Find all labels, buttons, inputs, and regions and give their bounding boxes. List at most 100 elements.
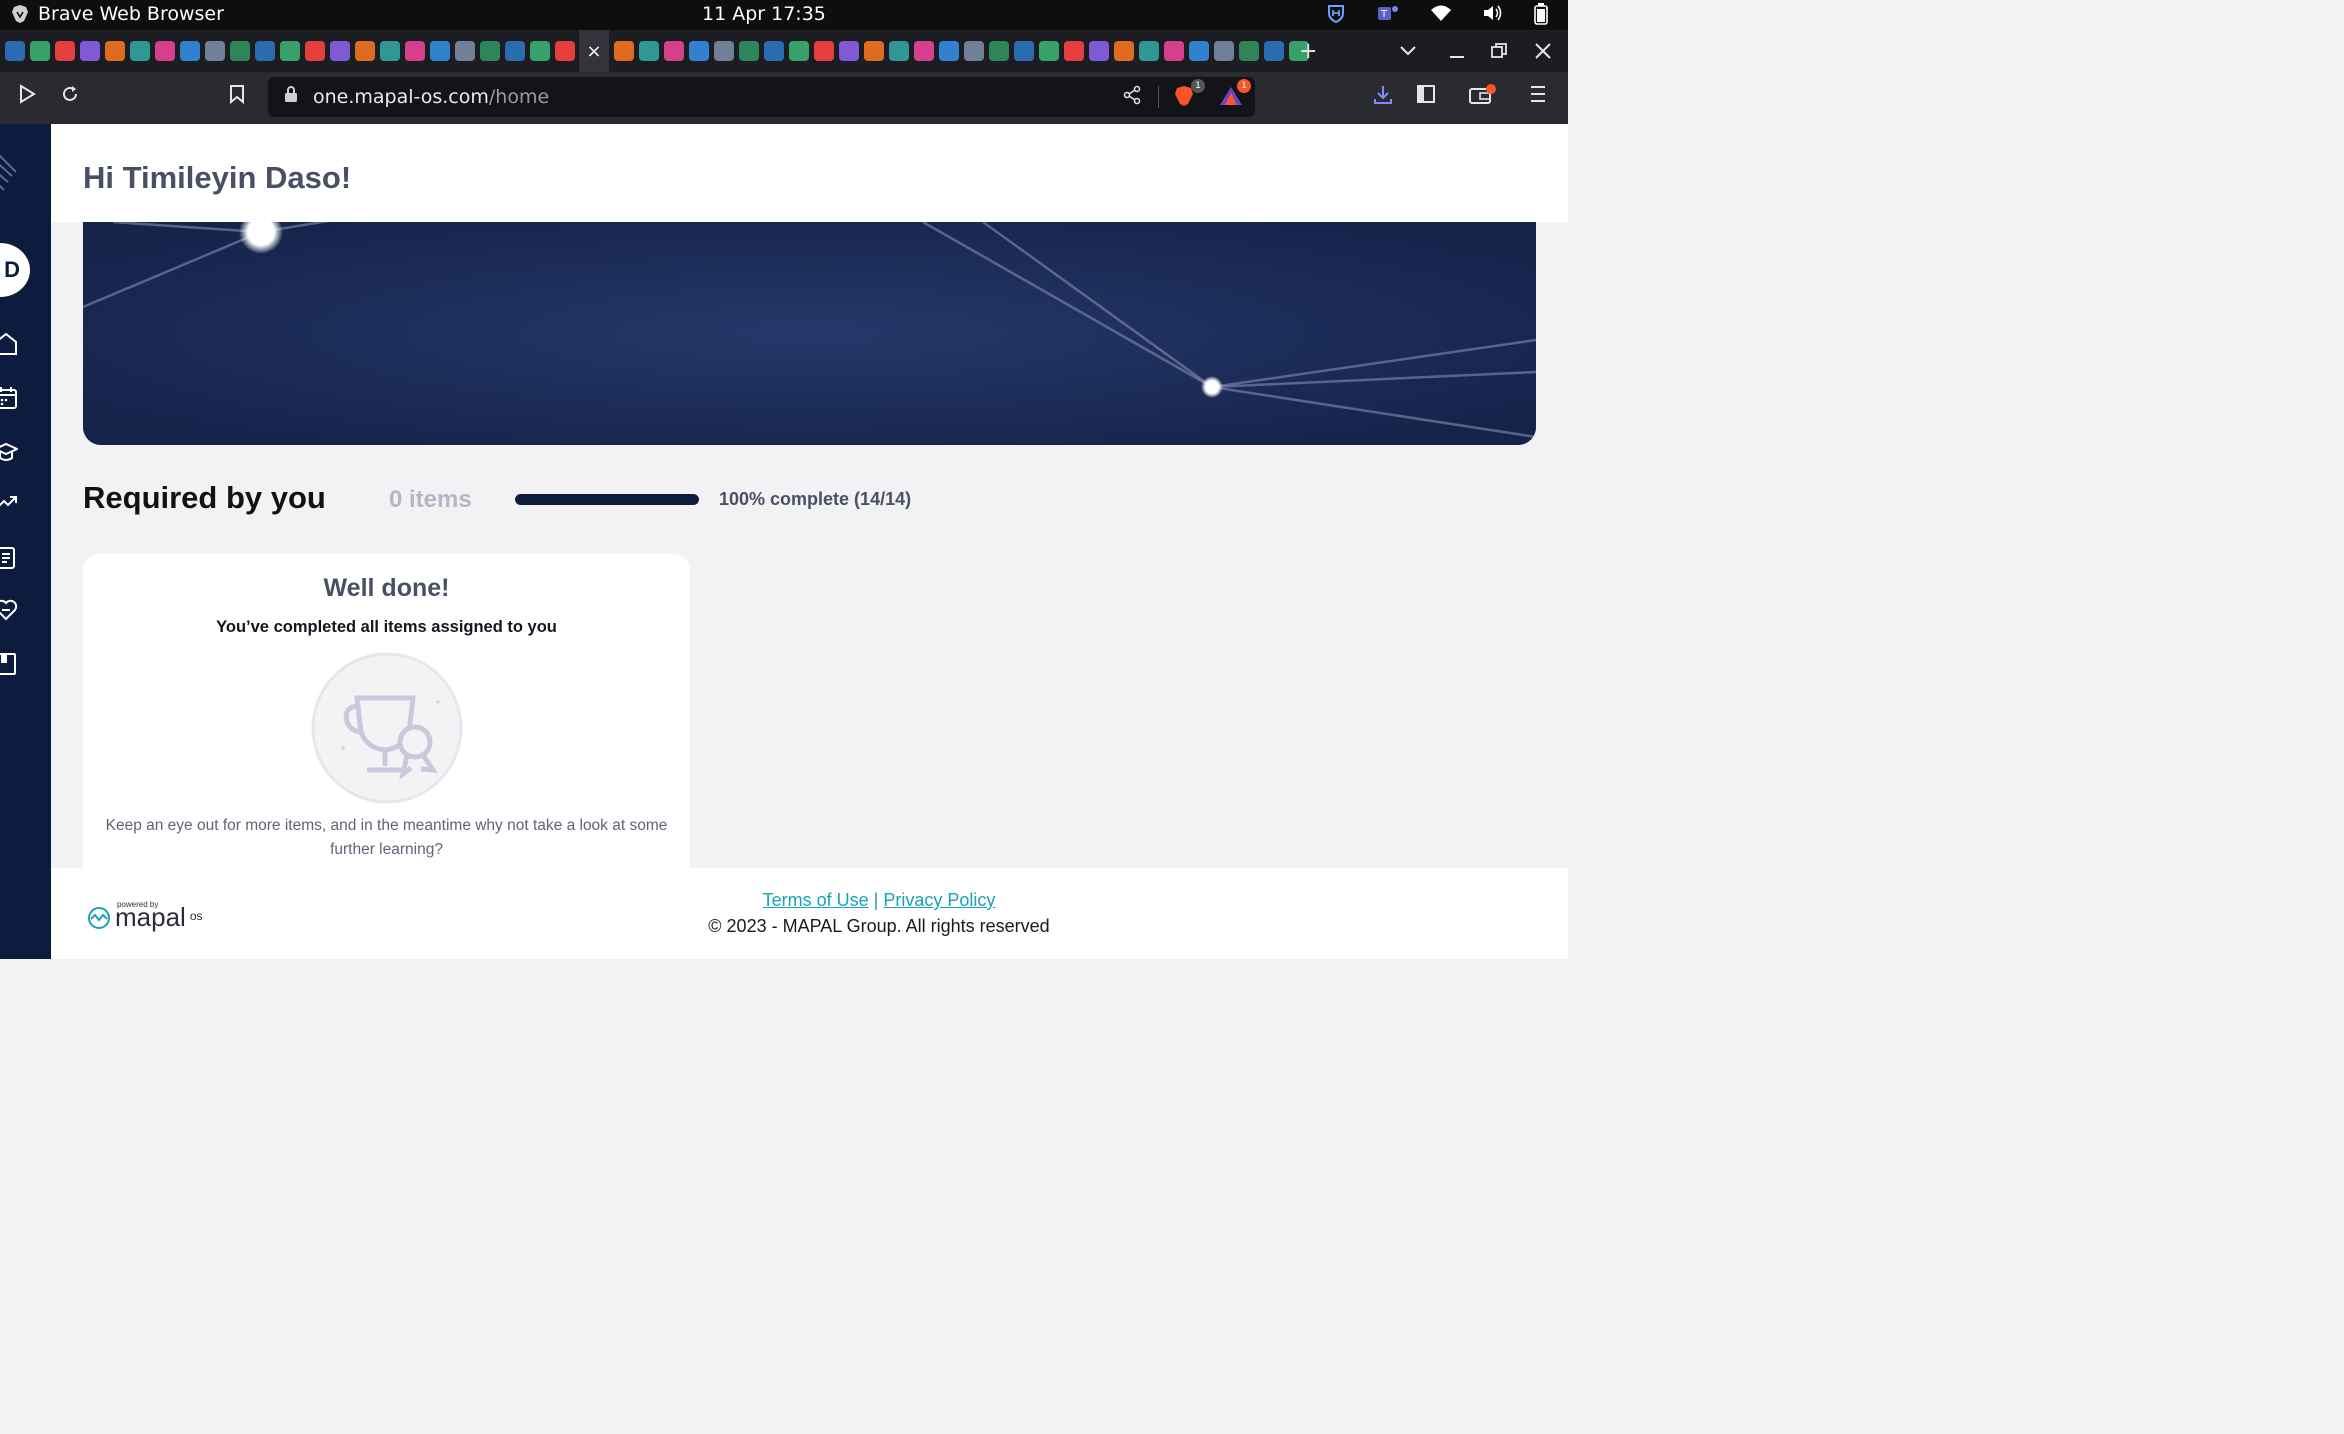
- tab-favicon-JD-icon[interactable]: [54, 41, 75, 61]
- tab-favicon-B-icon[interactable]: [329, 41, 350, 61]
- downloads-icon[interactable]: [1372, 84, 1394, 112]
- tab-favicon-cisco-icon[interactable]: [688, 41, 709, 61]
- tab-favicons: ×: [0, 30, 1311, 72]
- required-item-count: 0 items: [389, 486, 472, 513]
- restore-window-button[interactable]: [1491, 30, 1507, 72]
- tab-favicon-plus-icon[interactable]: [1163, 41, 1184, 61]
- battery-icon[interactable]: [1534, 3, 1548, 25]
- privacy-policy-link[interactable]: Privacy Policy: [883, 890, 995, 910]
- tab-favicon-M-icon[interactable]: [613, 41, 634, 61]
- tab-favicon-ledger-icon[interactable]: [354, 41, 375, 61]
- tab-favicon-green-icon[interactable]: [1013, 41, 1034, 61]
- tab-favicon-in-icon[interactable]: [279, 41, 300, 61]
- tab-favicon-C-icon[interactable]: [738, 41, 759, 61]
- tab-favicon-A-icon[interactable]: [379, 41, 400, 61]
- tab-favicon-M-icon[interactable]: [79, 41, 100, 61]
- new-tab-button[interactable]: +: [1299, 30, 1317, 72]
- os-app-name: Brave Web Browser: [38, 3, 224, 25]
- tab-favicon-youtube-icon[interactable]: [913, 41, 934, 61]
- play-icon[interactable]: [18, 84, 36, 110]
- tab-favicon-gpt-icon[interactable]: [1063, 41, 1084, 61]
- user-avatar[interactable]: D: [0, 243, 30, 297]
- tab-favicon-office-icon[interactable]: [1213, 41, 1234, 61]
- active-tab-close-icon[interactable]: ×: [579, 30, 609, 72]
- wallet-icon[interactable]: [1468, 84, 1496, 112]
- learning-cap-icon[interactable]: [0, 440, 18, 464]
- os-clock[interactable]: 11 Apr 17:35: [702, 3, 826, 25]
- tab-favicon-drive-icon[interactable]: [663, 41, 684, 61]
- tab-list-chevron-icon[interactable]: [1400, 30, 1416, 72]
- brave-lion-icon: [12, 5, 28, 23]
- shield-tray-icon[interactable]: [1326, 3, 1346, 23]
- tab-favicon-dj-icon[interactable]: [788, 41, 809, 61]
- url-text[interactable]: one.mapal-os.com/home: [313, 86, 549, 108]
- book-icon[interactable]: [0, 652, 18, 676]
- tab-favicon-so-icon[interactable]: [988, 41, 1009, 61]
- address-bar[interactable]: one.mapal-os.com/home 1 1: [268, 77, 1255, 117]
- footer-link-separator: |: [873, 890, 879, 910]
- tab-favicon-y-icon[interactable]: [938, 41, 959, 61]
- share-icon[interactable]: [1123, 85, 1141, 110]
- brave-shields-icon[interactable]: 1: [1173, 79, 1205, 107]
- progress-fill: [515, 494, 699, 505]
- tab-favicon-S-icon[interactable]: [638, 41, 659, 61]
- brave-rewards-icon[interactable]: 1: [1219, 79, 1251, 107]
- tab-favicon-gpt-icon[interactable]: [1238, 41, 1259, 61]
- documents-icon[interactable]: [0, 546, 18, 570]
- bookmark-icon[interactable]: [229, 84, 245, 110]
- teams-icon[interactable]: T: [1376, 3, 1400, 23]
- trend-arrow-icon[interactable]: [0, 491, 18, 515]
- tab-favicon-x-icon[interactable]: [888, 41, 909, 61]
- page-header: Hi Timileyin Daso!: [51, 124, 1568, 222]
- tab-favicon-i-icon[interactable]: [104, 41, 125, 61]
- tab-favicon-G-icon[interactable]: [554, 41, 575, 61]
- greeting-title: Hi Timileyin Daso!: [83, 160, 352, 195]
- tab-favicon-v-icon[interactable]: [1038, 41, 1059, 61]
- tab-favicon-globe-icon[interactable]: [529, 41, 550, 61]
- os-app-menu[interactable]: Brave Web Browser: [10, 3, 224, 25]
- sidebar-toggle-icon[interactable]: [1416, 84, 1436, 110]
- volume-icon[interactable]: [1482, 3, 1504, 23]
- tab-favicon-keyboard-icon[interactable]: [1088, 41, 1109, 61]
- network-background-image: [83, 222, 1536, 445]
- minimize-window-button[interactable]: [1449, 30, 1465, 72]
- home-icon[interactable]: [0, 332, 18, 356]
- tab-favicon-i-icon[interactable]: [129, 41, 150, 61]
- calendar-icon[interactable]: [0, 386, 18, 410]
- tab-favicon-python-icon[interactable]: [838, 41, 859, 61]
- tab-favicon-365-icon[interactable]: [479, 41, 500, 61]
- menu-icon[interactable]: [1530, 84, 1546, 109]
- tab-favicon-U-icon[interactable]: [1113, 41, 1134, 61]
- svg-text:T: T: [1380, 9, 1388, 20]
- tab-favicon-dj-icon[interactable]: [254, 41, 275, 61]
- tab-favicon-outlook-icon[interactable]: [204, 41, 225, 61]
- tab-favicon-Y-icon[interactable]: [229, 41, 250, 61]
- terms-of-use-link[interactable]: Terms of Use: [763, 890, 869, 910]
- tab-favicon-office-icon[interactable]: [1188, 41, 1209, 61]
- tab-favicon-outlook2-icon[interactable]: [429, 41, 450, 61]
- close-window-button[interactable]: [1535, 30, 1551, 72]
- mapal-logo-icon[interactable]: [0, 146, 20, 194]
- tab-favicon-github-icon[interactable]: [863, 41, 884, 61]
- tab-favicon-cube-icon[interactable]: [763, 41, 784, 61]
- tab-favicon-dj-icon[interactable]: [4, 41, 25, 61]
- wellbeing-icon[interactable]: [0, 598, 18, 622]
- reload-icon[interactable]: [60, 84, 80, 110]
- tab-favicon-cisco2-icon[interactable]: [713, 41, 734, 61]
- completion-progress-text: 100% complete (14/14): [719, 489, 912, 509]
- wifi-icon[interactable]: [1430, 3, 1452, 23]
- tab-favicon-i-icon[interactable]: [1138, 41, 1159, 61]
- tab-favicon-i-icon[interactable]: [154, 41, 175, 61]
- tab-favicon-leaf-icon[interactable]: [29, 41, 50, 61]
- tab-favicon-M-icon[interactable]: [504, 41, 525, 61]
- tab-favicon-cisco-icon[interactable]: [454, 41, 475, 61]
- card-description: Keep an eye out for more items, and in t…: [105, 817, 668, 858]
- completion-progress-bar: [515, 494, 699, 505]
- tab-favicon-twitter-icon[interactable]: [813, 41, 834, 61]
- tab-favicon-globe-icon[interactable]: [179, 41, 200, 61]
- tab-favicon-dots-icon[interactable]: [404, 41, 425, 61]
- tab-favicon-slack-icon[interactable]: [304, 41, 325, 61]
- lock-icon[interactable]: [284, 86, 298, 106]
- tab-favicon-globe-icon[interactable]: [963, 41, 984, 61]
- tab-favicon-office-icon[interactable]: [1263, 41, 1284, 61]
